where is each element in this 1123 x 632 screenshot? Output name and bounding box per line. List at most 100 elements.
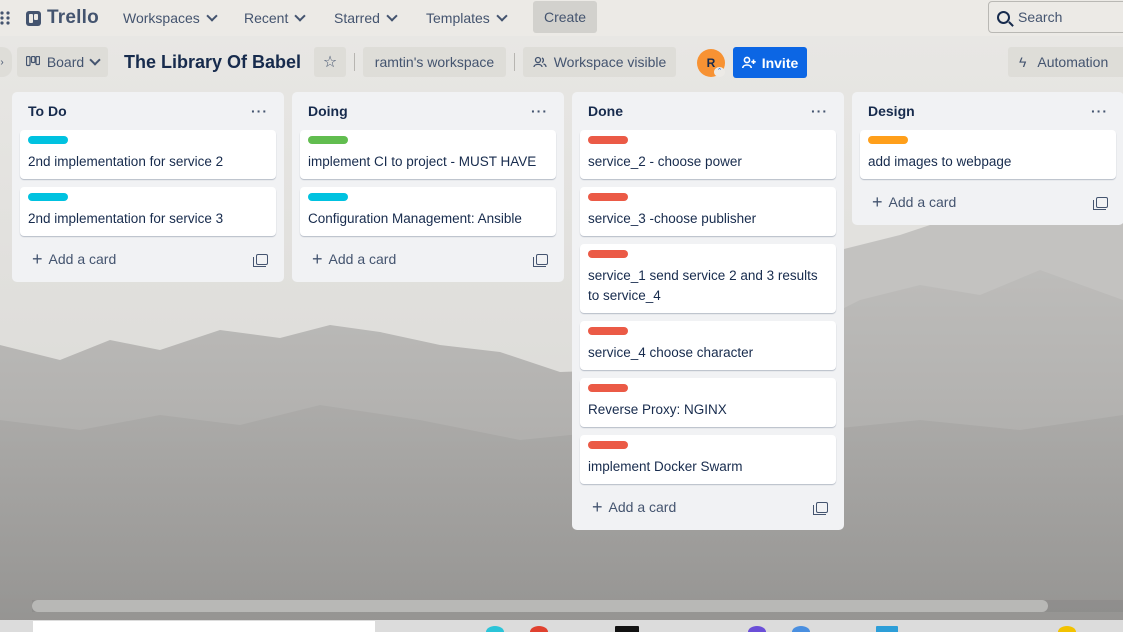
add-card-content: + Add a card (592, 497, 677, 517)
automation-label: Automation (1037, 54, 1109, 70)
star-board-button[interactable]: ☆ (314, 47, 346, 77)
card[interactable]: Reverse Proxy: NGINX (580, 378, 836, 427)
create-button[interactable]: Create (533, 1, 597, 33)
invite-button[interactable]: Invite (733, 47, 807, 78)
more-options-icon[interactable]: ··· (811, 103, 828, 119)
board-view-icon (25, 56, 40, 67)
visibility-button[interactable]: Workspace visible (523, 47, 676, 77)
card-label-red[interactable] (588, 327, 628, 335)
taskbar-app-icon[interactable] (748, 626, 766, 632)
list-doing: Doing ··· implement CI to project - MUST… (292, 92, 564, 282)
add-card-button[interactable]: + Add a card (860, 187, 1116, 217)
card-label-red[interactable] (588, 136, 628, 144)
taskbar-app-icon[interactable] (486, 626, 504, 632)
automation-button[interactable]: ϟ Automation (1008, 47, 1123, 77)
taskbar-app-icon[interactable] (792, 626, 810, 632)
horizontal-scrollbar-thumb[interactable] (32, 600, 1048, 612)
trello-logo[interactable]: Trello (26, 7, 99, 29)
more-options-icon[interactable]: ··· (531, 103, 548, 119)
list-header: Design ··· (860, 92, 1116, 130)
card[interactable]: 2nd implementation for service 2 (20, 130, 276, 179)
card-template-icon[interactable] (1093, 196, 1108, 210)
card-template-icon[interactable] (813, 501, 828, 515)
card-title: implement Docker Swarm (588, 459, 743, 474)
board-title[interactable]: The Library Of Babel (124, 52, 301, 73)
card-title: service_4 choose character (588, 345, 754, 360)
nav-recent[interactable]: Recent (244, 6, 307, 30)
plus-icon: + (312, 249, 323, 269)
add-card-content: + Add a card (312, 249, 396, 269)
add-card-label: Add a card (608, 499, 677, 515)
list-done: Done ··· service_2 - choose power servic… (572, 92, 844, 530)
board-view-switcher[interactable]: Board (17, 47, 108, 77)
lightning-icon: ϟ (1019, 54, 1027, 70)
taskbar-app-icon[interactable] (530, 626, 548, 632)
list-title[interactable]: Doing (308, 103, 348, 119)
trello-logo-icon (26, 10, 41, 26)
search-input[interactable]: Search (988, 1, 1123, 33)
card[interactable]: add images to webpage (860, 130, 1116, 179)
taskbar-app-icon[interactable] (615, 626, 639, 632)
nav-templates[interactable]: Templates (426, 6, 508, 30)
invite-label: Invite (761, 54, 799, 71)
nav-templates-label: Templates (426, 10, 490, 26)
list-title[interactable]: Done (588, 103, 623, 119)
card-label-orange[interactable] (868, 136, 908, 144)
card-title: Reverse Proxy: NGINX (588, 402, 727, 417)
trello-logo-text: Trello (47, 7, 99, 28)
card-title: service_2 - choose power (588, 154, 742, 169)
add-card-button[interactable]: + Add a card (20, 244, 276, 274)
card-label-cyan[interactable] (308, 193, 348, 201)
card-label-green[interactable] (308, 136, 348, 144)
card-template-icon[interactable] (533, 253, 548, 267)
nav-starred-label: Starred (334, 10, 380, 26)
more-options-icon[interactable]: ··· (251, 103, 268, 119)
card[interactable]: implement CI to project - MUST HAVE (300, 130, 556, 179)
card[interactable]: Configuration Management: Ansible (300, 187, 556, 236)
card[interactable]: service_2 - choose power (580, 130, 836, 179)
sidebar-expand-button[interactable]: › (0, 47, 12, 77)
people-icon (533, 56, 547, 68)
card-title: 2nd implementation for service 2 (28, 154, 224, 169)
card-label-red[interactable] (588, 441, 628, 449)
card-label-red[interactable] (588, 250, 628, 258)
card-template-icon[interactable] (253, 253, 268, 267)
list-header: Doing ··· (300, 92, 556, 130)
card[interactable]: service_1 send service 2 and 3 results t… (580, 244, 836, 313)
card[interactable]: service_3 -choose publisher (580, 187, 836, 236)
chevron-down-icon (496, 10, 508, 22)
taskbar-app-icon[interactable] (876, 626, 898, 632)
card-title: service_1 send service 2 and 3 results t… (588, 268, 818, 303)
app-switcher-icon[interactable] (0, 10, 12, 26)
chevron-down-icon (206, 10, 218, 22)
workspace-button[interactable]: ramtin's workspace (363, 47, 506, 77)
list-title[interactable]: To Do (28, 103, 67, 119)
card-title: implement CI to project - MUST HAVE (308, 154, 537, 169)
divider (354, 53, 355, 71)
chevron-down-icon (89, 54, 101, 66)
board-header: › Board The Library Of Babel ☆ ramtin's … (0, 39, 1123, 87)
card[interactable]: service_4 choose character (580, 321, 836, 370)
add-person-icon (741, 56, 756, 69)
card-label-cyan[interactable] (28, 136, 68, 144)
search-placeholder: Search (1018, 9, 1063, 25)
add-card-content: + Add a card (872, 193, 956, 211)
add-card-button[interactable]: + Add a card (580, 492, 836, 522)
plus-icon: + (592, 497, 603, 517)
nav-workspaces[interactable]: Workspaces (123, 6, 218, 30)
list-to-do: To Do ··· 2nd implementation for service… (12, 92, 284, 282)
chevron-right-icon: › (0, 56, 4, 68)
taskbar-search-box[interactable] (33, 621, 375, 632)
more-options-icon[interactable]: ··· (1091, 103, 1108, 119)
card-label-red[interactable] (588, 384, 628, 392)
list-title[interactable]: Design (868, 103, 915, 119)
nav-starred[interactable]: Starred (334, 6, 398, 30)
add-card-button[interactable]: + Add a card (300, 244, 556, 274)
taskbar-app-icon[interactable] (1058, 626, 1076, 632)
star-icon: ☆ (322, 54, 338, 71)
card[interactable]: implement Docker Swarm (580, 435, 836, 484)
list-design: Design ··· add images to webpage + Add a … (852, 92, 1123, 225)
card[interactable]: 2nd implementation for service 3 (20, 187, 276, 236)
card-label-cyan[interactable] (28, 193, 68, 201)
card-label-red[interactable] (588, 193, 628, 201)
